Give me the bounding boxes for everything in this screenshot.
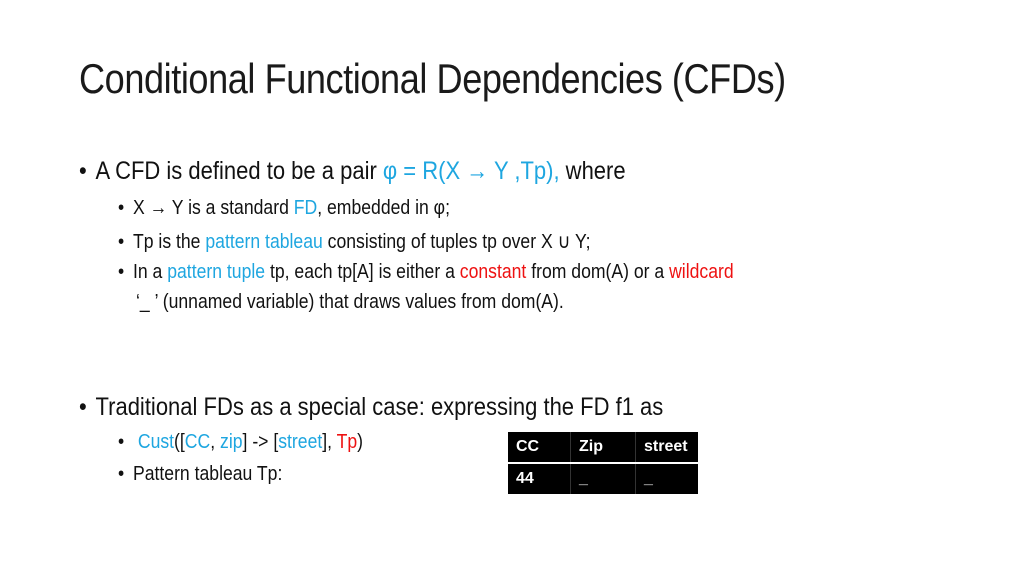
tableau-tp: Tp bbox=[336, 431, 358, 453]
text: Traditional FDs as a special case: expre… bbox=[95, 393, 664, 421]
bullet-cfd-definition: • A CFD is defined to be a pair φ = R(X →… bbox=[79, 157, 626, 186]
term-wildcard: wildcard bbox=[669, 261, 734, 283]
text: ] -> [ bbox=[242, 431, 279, 453]
attr-zip: zip bbox=[220, 431, 243, 453]
text: from dom(A) or a bbox=[526, 261, 670, 283]
text: ([ bbox=[174, 431, 185, 453]
attr-street: street bbox=[278, 431, 323, 453]
bullet-icon: • bbox=[118, 463, 125, 485]
pattern-tableau-table: CC Zip street 44 _ _ bbox=[508, 432, 698, 494]
cell-zip: _ bbox=[570, 463, 636, 494]
bullet-icon: • bbox=[118, 431, 125, 453]
bullet-icon: • bbox=[79, 157, 87, 185]
term-pattern-tableau: pattern tableau bbox=[205, 231, 323, 253]
term-constant: constant bbox=[459, 261, 527, 283]
cfd-formula: φ = R(X → Y ,Tp), bbox=[382, 157, 560, 185]
text: In a bbox=[132, 261, 168, 283]
term-fd: FD bbox=[293, 197, 318, 219]
text: Pattern tableau Tp: bbox=[132, 463, 283, 485]
cell-street: _ bbox=[635, 463, 698, 494]
text: where bbox=[559, 157, 626, 185]
term-pattern-tuple: pattern tuple bbox=[167, 261, 266, 283]
text: tp, each tp[A] is either a bbox=[265, 261, 460, 283]
text: , embedded in φ; bbox=[317, 197, 450, 219]
sub-bullet-standard-fd: • X → Y is a standard FD, embedded in φ; bbox=[118, 197, 450, 220]
header-zip: Zip bbox=[570, 432, 636, 464]
header-cc: CC bbox=[508, 432, 571, 464]
relation-cust: Cust bbox=[137, 431, 175, 453]
text: X → Y is a standard bbox=[132, 197, 294, 219]
sub-bullet-pattern-tuple-continued: ‘_ ’ (unnamed variable) that draws value… bbox=[136, 291, 564, 313]
bullet-icon: • bbox=[79, 393, 87, 421]
text: consisting of tuples tp over X ∪ Y; bbox=[322, 231, 591, 253]
table-row: 44 _ _ bbox=[508, 463, 698, 494]
sub-bullet-pattern-tuple: • In a pattern tuple tp, each tp[A] is ei… bbox=[118, 261, 734, 284]
text: , bbox=[210, 431, 221, 453]
bullet-icon: • bbox=[118, 197, 125, 219]
bullet-icon: • bbox=[118, 261, 125, 283]
table-header-row: CC Zip street bbox=[508, 432, 698, 464]
text: Tp is the bbox=[132, 231, 206, 253]
header-street: street bbox=[635, 432, 698, 464]
text: ], bbox=[322, 431, 337, 453]
text: ) bbox=[357, 431, 364, 453]
attr-cc: CC bbox=[184, 431, 211, 453]
slide-title: Conditional Functional Dependencies (CFD… bbox=[79, 55, 786, 102]
text: A CFD is defined to be a pair bbox=[95, 157, 383, 185]
sub-bullet-pattern-tableau: • Tp is the pattern tableau consisting of… bbox=[118, 229, 591, 254]
sub-bullet-pattern-tableau-tp: • Pattern tableau Tp: bbox=[118, 463, 282, 486]
sub-bullet-cust-expression: • Cust([CC, zip] -> [street], Tp) bbox=[118, 431, 363, 454]
cell-cc: 44 bbox=[516, 470, 534, 487]
bullet-icon: • bbox=[118, 231, 125, 253]
bullet-traditional-fds: • Traditional FDs as a special case: expr… bbox=[79, 393, 663, 422]
